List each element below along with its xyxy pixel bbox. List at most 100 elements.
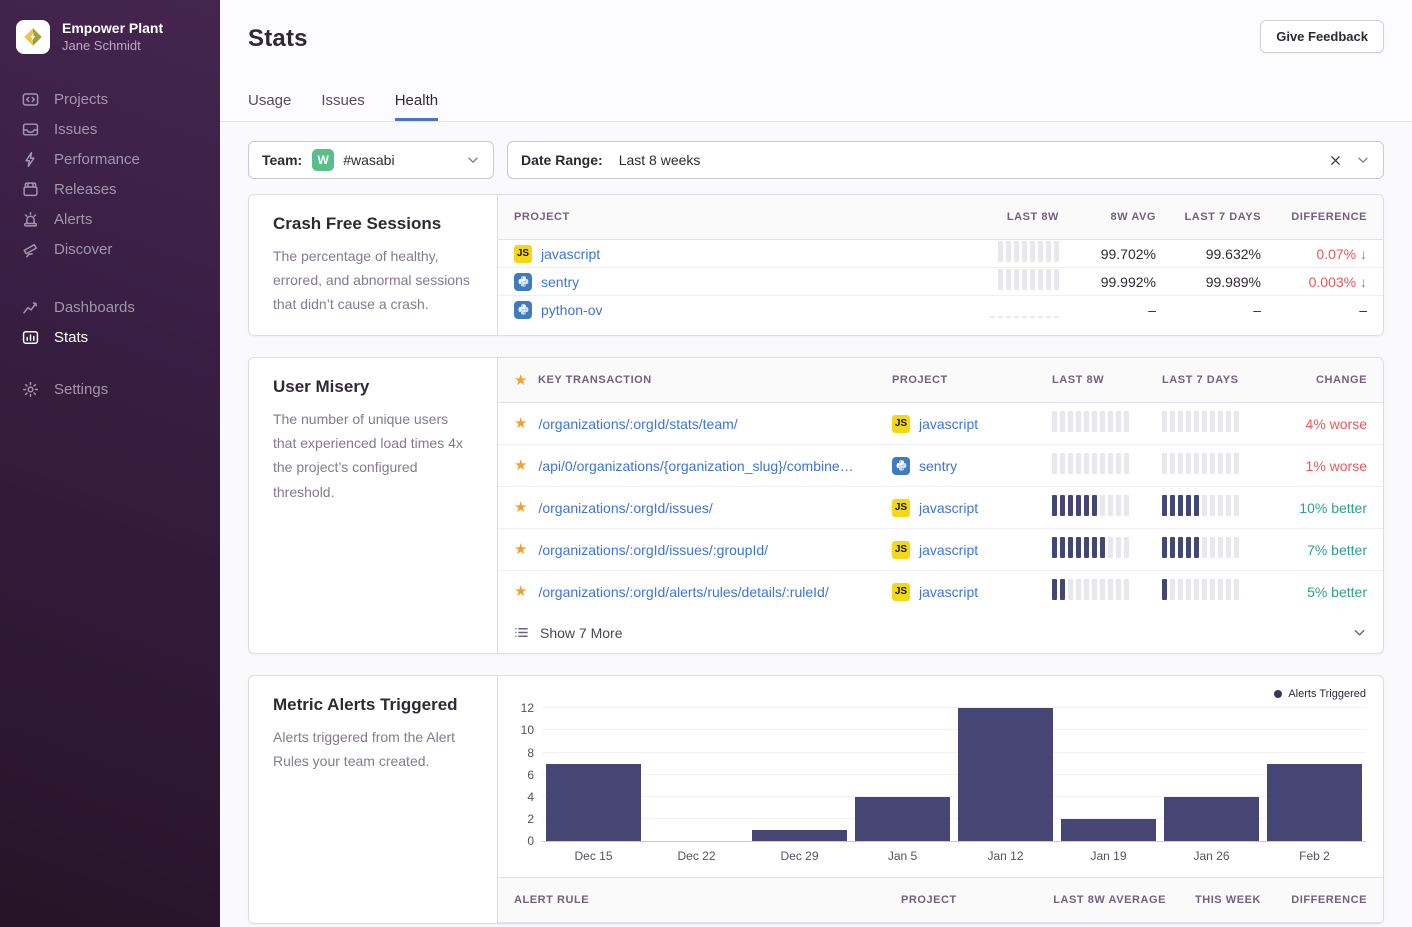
transaction-cell: ★ /organizations/:orgId/issues/ (514, 500, 892, 516)
trend-sparkline (1052, 578, 1129, 600)
sidebar-item-performance[interactable]: Performance (16, 144, 204, 174)
trend-sparkline (1052, 410, 1129, 432)
column-header: LAST 8W (1052, 374, 1162, 386)
project-link[interactable]: python-ov (541, 302, 602, 318)
sidebar-item-alerts[interactable]: Alerts (16, 204, 204, 234)
project-cell: JS javascript (892, 415, 1052, 433)
team-value: #wasabi (343, 152, 394, 168)
tab-usage[interactable]: Usage (248, 92, 291, 121)
project-link[interactable]: javascript (541, 246, 600, 262)
x-tick-label: Jan 26 (1160, 849, 1263, 863)
y-tick-label: 4 (527, 790, 534, 804)
y-tick-label: 12 (521, 701, 534, 715)
alerts-icon (20, 210, 40, 228)
project-link[interactable]: sentry (541, 274, 579, 290)
transaction-link[interactable]: /organizations/:orgId/stats/team/ (538, 416, 737, 432)
metric-alerts-panel: Metric Alerts Triggered Alerts triggered… (248, 675, 1384, 924)
avg-value: – (1148, 302, 1156, 318)
key-transaction-star-icon[interactable]: ★ (514, 542, 527, 557)
sidebar-item-label: Projects (54, 91, 108, 108)
transaction-cell: ★ /organizations/:orgId/stats/team/ (514, 416, 892, 432)
sidebar-item-label: Alerts (54, 211, 92, 228)
projects-icon (20, 90, 40, 108)
tab-issues[interactable]: Issues (321, 92, 364, 121)
y-tick-label: 8 (527, 746, 534, 760)
sidebar-item-settings[interactable]: Settings (16, 374, 204, 404)
column-header: ALERT RULE (514, 894, 901, 906)
project-link[interactable]: javascript (919, 542, 978, 558)
chart-legend[interactable]: Alerts Triggered (1274, 688, 1366, 700)
alerts-chart: Alerts Triggered 024681012 Dec 15Dec 22D… (498, 676, 1383, 863)
chevron-down-icon[interactable] (466, 153, 480, 167)
crash-free-text: The percentage of healthy, errored, and … (273, 244, 473, 316)
difference-value: – (1359, 302, 1367, 318)
project-cell: JSjavascript (892, 541, 1052, 559)
sidebar-item-discover[interactable]: Discover (16, 234, 204, 264)
tab-health[interactable]: Health (395, 92, 438, 121)
team-avatar: W (312, 149, 334, 171)
show-more-row[interactable]: Show 7 More (498, 612, 1383, 653)
trend-sparkline (1162, 410, 1239, 432)
sidebar-item-releases[interactable]: Releases (16, 174, 204, 204)
transaction-link[interactable]: /organizations/:orgId/issues/ (538, 500, 712, 516)
sidebar-item-issues[interactable]: Issues (16, 114, 204, 144)
transaction-link[interactable]: /organizations/:orgId/alerts/rules/detai… (538, 584, 828, 600)
column-header: CHANGE (1316, 374, 1367, 386)
change-value: 4% worse (1306, 416, 1367, 432)
trend-sparkline (990, 296, 1059, 318)
project-link[interactable]: javascript (919, 584, 978, 600)
javascript-platform-icon: JS (892, 499, 910, 517)
key-transaction-star-icon[interactable]: ★ (514, 584, 527, 599)
sidebar-item-dashboards[interactable]: Dashboards (16, 292, 204, 322)
transaction-link[interactable]: /organizations/:orgId/issues/:groupId/ (538, 542, 768, 558)
key-transaction-star-icon[interactable]: ★ (514, 500, 527, 515)
x-tick-label: Jan 19 (1057, 849, 1160, 863)
column-header: LAST 7 DAYS (1162, 374, 1272, 386)
sidebar-item-projects[interactable]: Projects (16, 84, 204, 114)
key-transaction-star-icon[interactable]: ★ (514, 458, 527, 473)
crash-free-sessions-panel: Crash Free Sessions The percentage of he… (248, 194, 1384, 336)
python-platform-icon (892, 457, 910, 475)
transaction-link[interactable]: /api/0/organizations/{organization_slug}… (538, 458, 853, 474)
sidebar-item-stats[interactable]: Stats (16, 322, 204, 352)
avg-value: 99.992% (1101, 274, 1156, 290)
project-link[interactable]: javascript (919, 500, 978, 516)
column-header: LAST 8W AVERAGE (1053, 894, 1166, 906)
javascript-platform-icon: JS (892, 583, 910, 601)
javascript-platform-icon: JS (892, 415, 910, 433)
stats-icon (20, 328, 40, 346)
column-header: DIFFERENCE (1291, 894, 1367, 906)
trend-sparkline (1052, 494, 1129, 516)
x-tick-label: Jan 12 (954, 849, 1057, 863)
y-tick-label: 10 (521, 723, 534, 737)
project-cell: sentry (514, 273, 934, 291)
org-switcher[interactable]: Empower Plant Jane Schmidt (16, 20, 204, 54)
last7-value: – (1253, 302, 1261, 318)
settings-icon (20, 380, 40, 398)
key-transaction-star-icon[interactable]: ★ (514, 416, 527, 431)
project-cell: JS javascript (892, 583, 1052, 601)
user-misery-row: ★ /organizations/:orgId/issues/JS javascri… (498, 487, 1383, 529)
project-link[interactable]: javascript (919, 416, 978, 432)
project-cell: sentry (892, 457, 1052, 475)
transaction-cell: ★ /api/0/organizations/{organization_slug… (514, 458, 892, 474)
chart-bar-jan-12 (958, 708, 1054, 841)
python-platform-icon (514, 273, 532, 291)
chevron-down-icon[interactable] (1352, 625, 1367, 640)
team-selector[interactable]: Team: W #wasabi (248, 141, 494, 179)
issues-icon (20, 120, 40, 138)
trend-sparkline (1052, 452, 1129, 474)
user-misery-panel: User Misery The number of unique users t… (248, 357, 1384, 654)
sidebar: Empower Plant Jane Schmidt Projects Issue… (0, 0, 220, 927)
star-icon: ★ (514, 373, 528, 388)
crash-free-row: sentry99.992%99.989%0.003% ↓ (498, 268, 1383, 296)
column-header: LAST 7 DAYS (1184, 211, 1261, 223)
chevron-down-icon[interactable] (1356, 153, 1370, 167)
project-link[interactable]: sentry (919, 458, 957, 474)
give-feedback-button[interactable]: Give Feedback (1260, 20, 1384, 53)
x-tick-label: Dec 22 (645, 849, 748, 863)
legend-dot-icon (1274, 690, 1282, 698)
clear-icon[interactable] (1329, 154, 1342, 167)
date-range-selector[interactable]: Date Range: Last 8 weeks (507, 141, 1384, 179)
project-cell: JS javascript (892, 499, 1052, 517)
